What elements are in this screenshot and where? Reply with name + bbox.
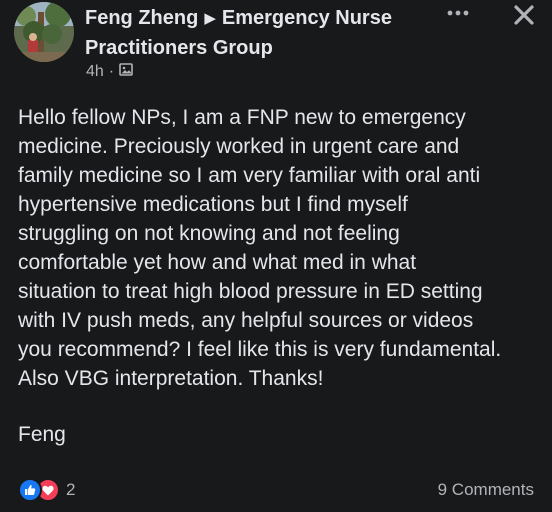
avatar-photo xyxy=(14,2,74,62)
more-options-button[interactable] xyxy=(441,0,475,26)
close-icon xyxy=(514,5,534,25)
post-card: Feng Zheng ▶ Emergency Nurse Practitioners… xyxy=(0,0,552,512)
post-signature: Feng xyxy=(18,423,66,446)
reactions-summary[interactable]: 2 xyxy=(18,478,76,502)
avatar[interactable] xyxy=(14,2,74,62)
meta-separator: · xyxy=(108,63,115,80)
post-header-title: Feng Zheng ▶ Emergency Nurse Practitioners… xyxy=(85,4,445,62)
close-button[interactable] xyxy=(506,0,542,30)
post-meta: 4h · xyxy=(86,63,133,81)
comments-count-link[interactable]: 9 Comments xyxy=(438,479,534,501)
post-body: Hello fellow NPs, I am a FNP new to emer… xyxy=(18,106,502,390)
reaction-count: 2 xyxy=(66,480,76,499)
public-image-icon xyxy=(119,63,133,81)
post-timestamp[interactable]: 4h xyxy=(86,63,104,81)
like-icon xyxy=(18,478,42,502)
more-dots-icon xyxy=(447,10,469,16)
triangle-right-icon: ▶ xyxy=(204,10,216,27)
author-name[interactable]: Feng Zheng xyxy=(85,7,198,29)
